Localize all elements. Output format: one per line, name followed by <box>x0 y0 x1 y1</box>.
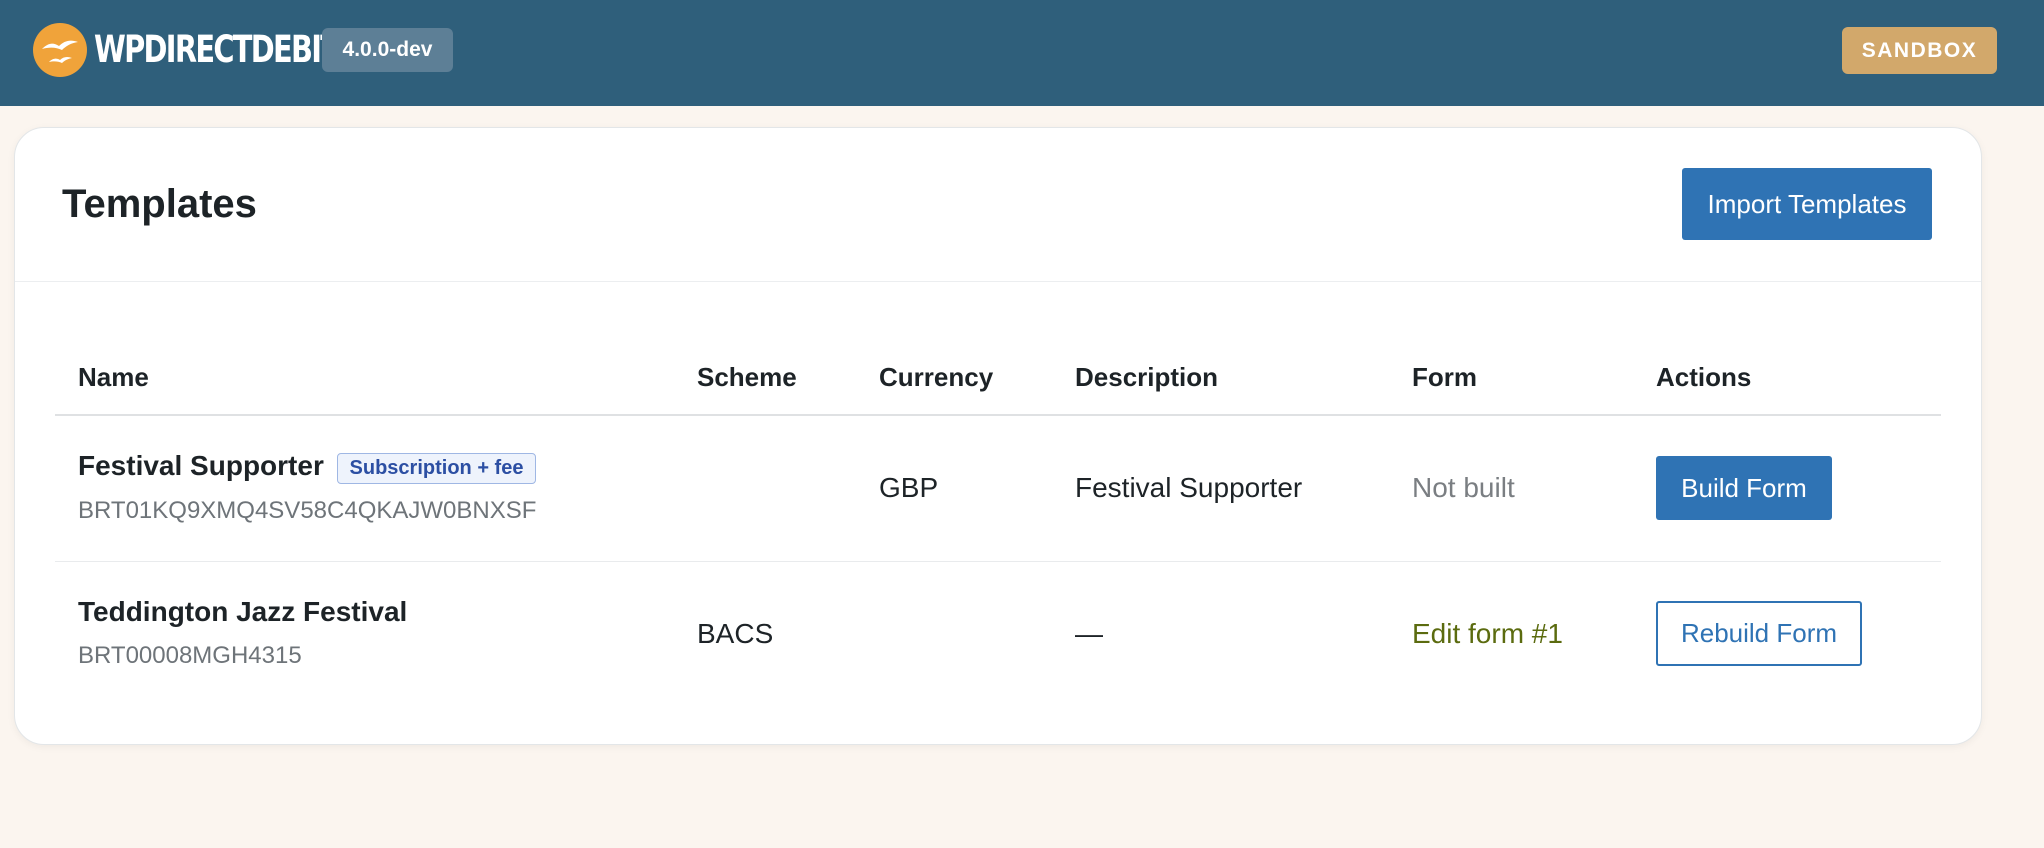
header-divider <box>55 414 1941 416</box>
environment-badge: SANDBOX <box>1842 27 1997 74</box>
template-code: BRT01KQ9XMQ4SV58C4QKAJW0BNXSF <box>78 497 537 524</box>
version-badge: 4.0.0-dev <box>322 28 453 72</box>
top-bar: WPDIRECTDEBIT 4.0.0-dev SANDBOX <box>0 0 2044 106</box>
column-header-description: Description <box>1075 362 1219 392</box>
bird-logo-icon <box>33 23 87 77</box>
template-description: — <box>1075 618 1103 649</box>
page-title: Templates <box>62 182 257 226</box>
template-name: Festival Supporter <box>78 450 324 481</box>
column-header-form: Form <box>1412 362 1477 392</box>
column-header-actions: Actions <box>1656 362 1752 392</box>
import-templates-button[interactable]: Import Templates <box>1682 168 1932 240</box>
template-code: BRT00008MGH4315 <box>78 642 302 669</box>
card-divider <box>15 281 1981 282</box>
rebuild-form-button[interactable]: Rebuild Form <box>1656 601 1862 666</box>
template-scheme: BACS <box>697 618 774 649</box>
brand-name: WPDIRECTDEBIT <box>94 28 340 71</box>
column-header-name: Name <box>78 362 149 392</box>
row-divider <box>55 561 1941 562</box>
form-status: Not built <box>1412 472 1515 503</box>
column-header-scheme: Scheme <box>697 362 797 392</box>
template-type-badge: Subscription + fee <box>337 453 536 484</box>
edit-form-link[interactable]: Edit form #1 <box>1412 618 1563 650</box>
build-form-button[interactable]: Build Form <box>1656 456 1832 520</box>
template-name: Teddington Jazz Festival <box>78 596 408 627</box>
column-header-currency: Currency <box>879 362 994 392</box>
template-description: Festival Supporter <box>1075 472 1303 503</box>
templates-card: Templates Import Templates Name Scheme C… <box>14 127 1982 745</box>
template-currency: GBP <box>879 472 939 503</box>
